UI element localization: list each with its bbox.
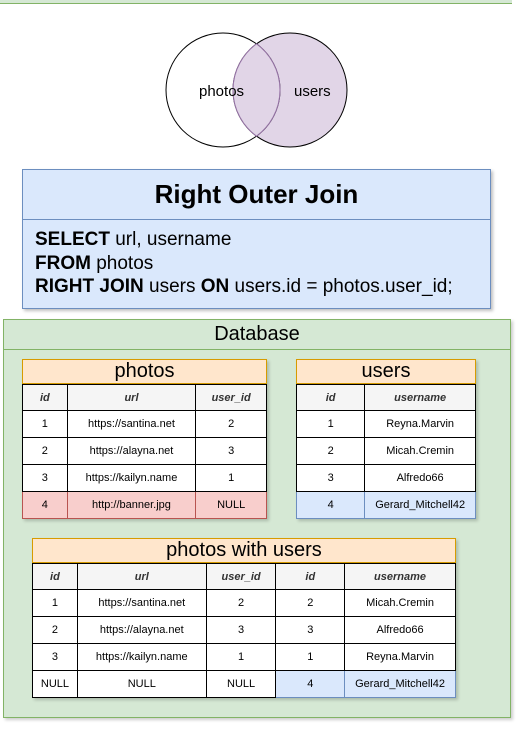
sql-line-join: RIGHT JOIN users ON users.id = photos.us…	[35, 275, 453, 299]
table-cell: Reyna.Marvin	[364, 410, 476, 438]
table-cell: NULL	[195, 491, 267, 519]
table-cell: Gerard_Mitchell42	[344, 670, 456, 698]
null-photo-row: NULL NULL NULL 4 Gerard_Mitchell42	[32, 670, 456, 698]
table-cell: Alfredo66	[344, 616, 456, 644]
top-divider	[0, 0, 512, 4]
table-cell: 1	[295, 410, 366, 438]
table-cell: https://kailyn.name	[66, 464, 197, 492]
sql-line-from: FROM photos	[35, 252, 453, 276]
column-header: id	[275, 563, 346, 590]
column-header: id	[32, 563, 78, 590]
sql-text: users.id = photos.user_id;	[229, 276, 453, 297]
column-header: username	[344, 563, 456, 590]
table-row: 1 Reyna.Marvin	[295, 410, 476, 438]
column-header: user_id	[205, 563, 277, 590]
table-cell: 2	[275, 589, 346, 617]
table-cell: 4	[22, 491, 68, 519]
table-row: 1 https://santina.net 2 2 Micah.Cremin	[32, 589, 456, 617]
table-row: 2 https://alayna.net 3	[22, 437, 267, 465]
table-cell: 2	[22, 437, 68, 465]
sql-text: url, username	[109, 229, 232, 250]
table-cell: Reyna.Marvin	[344, 643, 456, 671]
sql-keyword: FROM	[35, 252, 91, 274]
users-table: id username 1 Reyna.Marvin 2 Micah.Cremi…	[295, 384, 476, 519]
table-cell: 3	[205, 616, 277, 644]
column-header: id	[22, 384, 68, 411]
table-cell: https://santina.net	[66, 410, 197, 438]
column-header: id	[295, 384, 366, 411]
table-cell: 3	[195, 437, 267, 465]
sql-query: SELECT url, username FROM photos RIGHT J…	[35, 228, 453, 299]
table-cell: 2	[195, 410, 267, 438]
table-cell: 4	[295, 491, 366, 519]
venn-right-label: users	[294, 83, 331, 100]
table-cell: 3	[275, 616, 346, 644]
table-row: 3 https://kailyn.name 1 1 Reyna.Marvin	[32, 643, 456, 671]
table-cell: 2	[32, 616, 78, 644]
join-title-panel: Right Outer Join SELECT url, username FR…	[22, 169, 491, 309]
unmatched-photo-row: 4 http://banner.jpg NULL	[22, 491, 267, 519]
sql-text: photos	[90, 252, 154, 274]
sql-line-select: SELECT url, username	[35, 228, 453, 252]
venn-diagram: photos users	[165, 32, 348, 148]
table-cell: 1	[205, 643, 277, 671]
table-row: 2 Micah.Cremin	[295, 437, 476, 465]
column-header: url	[76, 563, 207, 590]
table-cell: NULL	[205, 670, 277, 698]
table-cell: 3	[295, 464, 366, 492]
table-row: 3 Alfredo66	[295, 464, 476, 492]
table-cell: NULL	[32, 670, 78, 698]
sql-keyword: RIGHT JOIN	[35, 276, 144, 297]
table-cell: 1	[32, 589, 78, 617]
table-cell: https://alayna.net	[76, 616, 207, 644]
table-cell: 1	[275, 643, 346, 671]
table-cell: https://santina.net	[76, 589, 207, 617]
table-row: 2 https://alayna.net 3 3 Alfredo66	[32, 616, 456, 644]
column-header: user_id	[195, 384, 267, 411]
result-table-title: photos with users	[32, 538, 456, 563]
sql-keyword: SELECT	[35, 229, 110, 250]
table-header-row: id url user_id	[22, 384, 267, 411]
table-cell: Micah.Cremin	[344, 589, 456, 617]
table-cell: Alfredo66	[364, 464, 476, 492]
database-title: Database	[4, 320, 510, 350]
sql-text: users	[143, 276, 201, 297]
column-header: url	[66, 384, 197, 411]
table-cell: Micah.Cremin	[364, 437, 476, 465]
result-table: id url user_id id username 1 https://san…	[32, 563, 456, 698]
table-cell: 4	[275, 670, 346, 698]
table-cell: 3	[22, 464, 68, 492]
photos-table: id url user_id 1 https://santina.net 2 2…	[22, 384, 267, 519]
highlighted-user-row: 4 Gerard_Mitchell42	[295, 491, 476, 519]
table-cell: 1	[195, 464, 267, 492]
table-cell: https://alayna.net	[66, 437, 197, 465]
sql-keyword: ON	[200, 276, 230, 297]
venn-left-label: photos	[199, 83, 244, 100]
join-title: Right Outer Join	[23, 170, 490, 220]
table-cell: Gerard_Mitchell42	[364, 491, 476, 519]
users-table-title: users	[296, 359, 476, 384]
table-header-row: id url user_id id username	[32, 563, 456, 590]
photos-table-title: photos	[22, 359, 267, 384]
table-cell: http://banner.jpg	[66, 491, 197, 519]
table-row: 1 https://santina.net 2	[22, 410, 267, 438]
table-cell: 3	[32, 643, 78, 671]
table-row: 3 https://kailyn.name 1	[22, 464, 267, 492]
column-header: username	[364, 384, 476, 411]
table-cell: 2	[295, 437, 366, 465]
table-cell: NULL	[76, 670, 207, 698]
table-cell: https://kailyn.name	[76, 643, 207, 671]
table-header-row: id username	[295, 384, 476, 411]
table-cell: 1	[22, 410, 68, 438]
table-cell: 2	[205, 589, 277, 617]
